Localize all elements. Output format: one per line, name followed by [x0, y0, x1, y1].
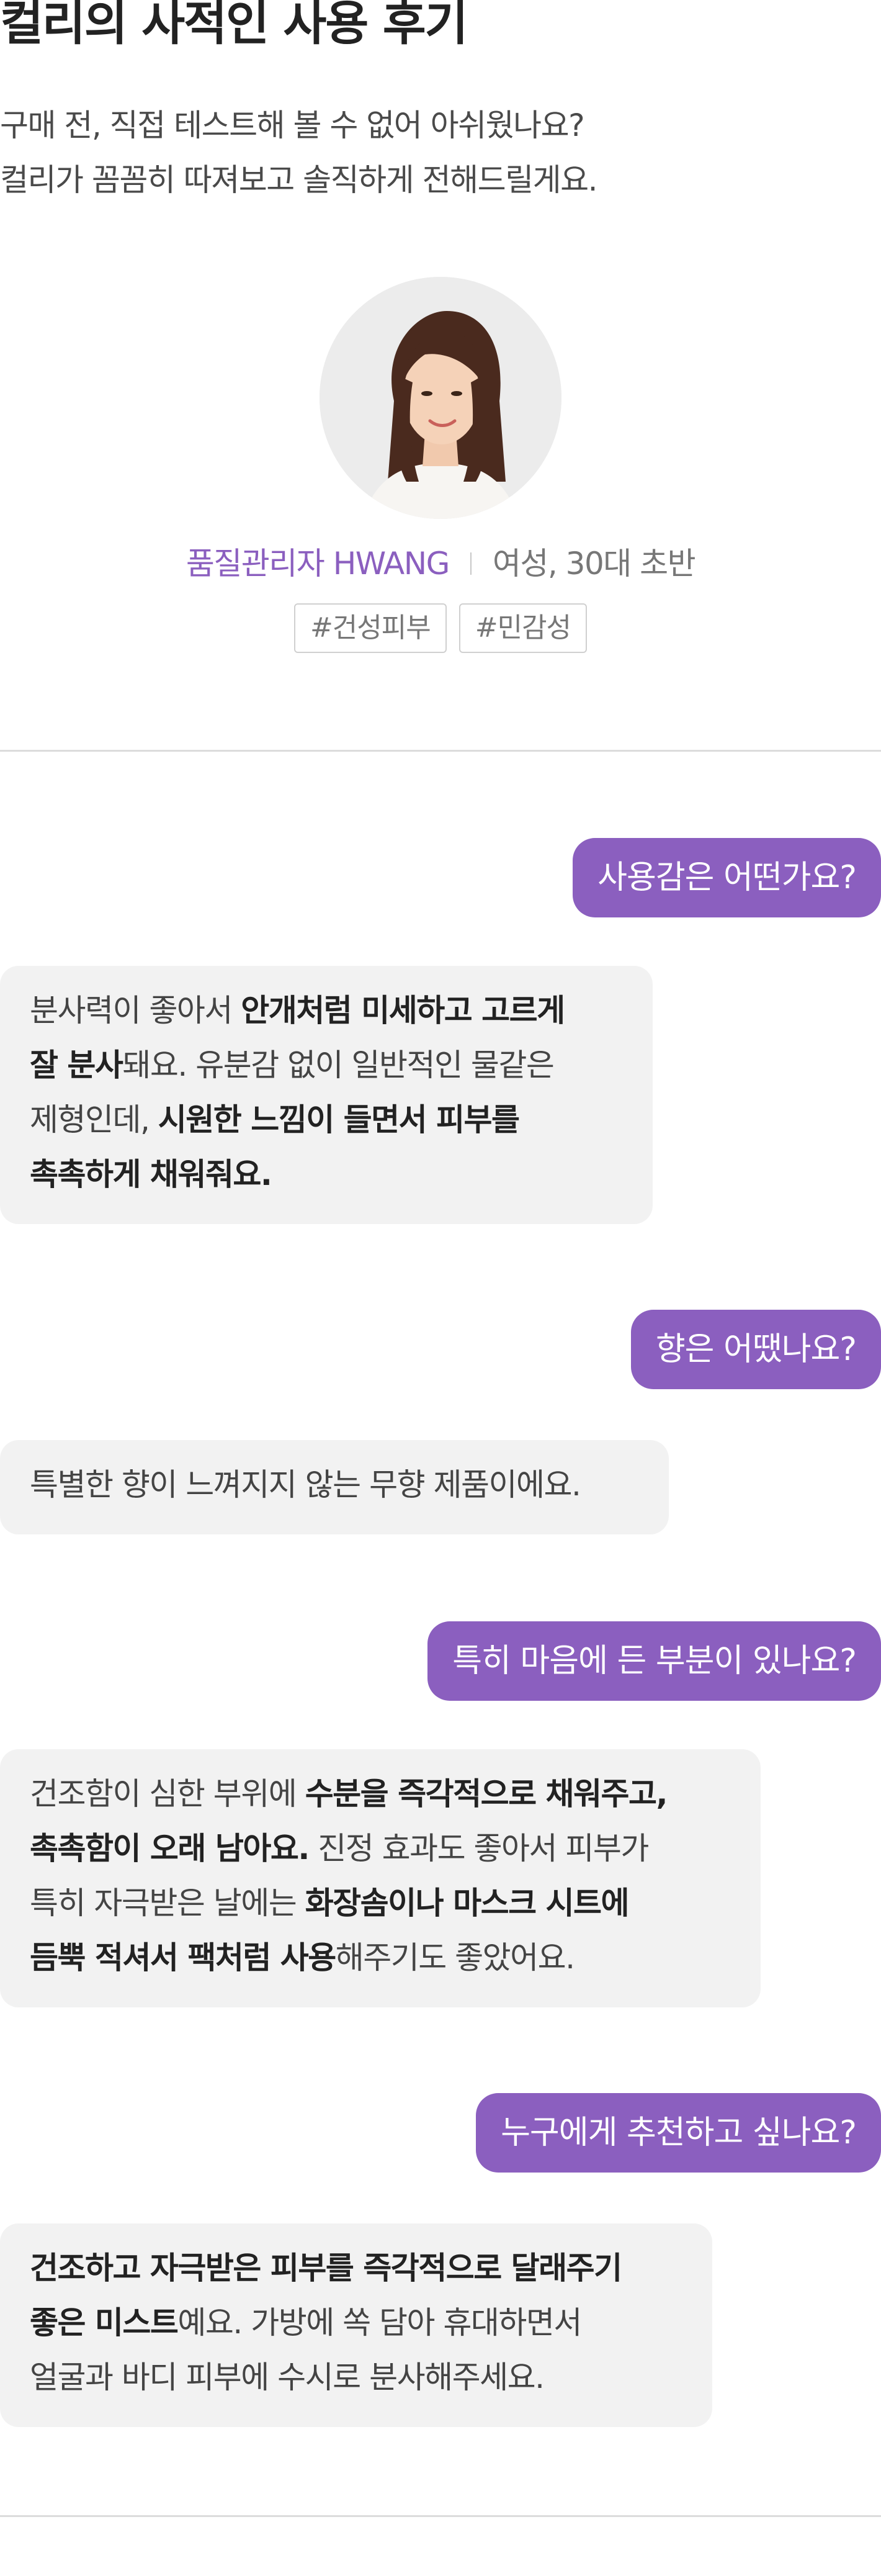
- answer-line: 얼굴과 바디 피부에 수시로 분사해주세요.: [30, 2350, 682, 2405]
- answer-text-bold: 안개처럼 미세하고 고르게: [241, 993, 565, 1029]
- answer-text: 돼요. 유분감 없이 일반적인 물같은: [122, 1047, 554, 1083]
- answer-line: 특별한 향이 느껴지지 않는 무향 제품이에요.: [30, 1457, 639, 1512]
- answer-text: 제형인데,: [30, 1102, 158, 1138]
- answer-text-bold: 시원한 느낌이 들면서 피부를: [158, 1102, 520, 1138]
- answer-line: 건조하고 자극받은 피부를 즉각적으로 달래주기: [30, 2241, 682, 2295]
- answer-text: 예요. 가방에 쏙 담아 휴대하면서: [177, 2305, 582, 2341]
- answer-text: 건조함이 심한 부위에: [30, 1776, 305, 1812]
- review-page: 컬리의 사적인 사용 후기 구매 전, 직접 테스트해 볼 수 없어 아쉬웠나요…: [0, 0, 881, 2576]
- question-bubble: 누구에게 추천하고 싶나요?: [476, 2093, 881, 2173]
- question-bubble: 사용감은 어떤가요?: [573, 838, 881, 917]
- meta-separator: [470, 552, 472, 575]
- section-divider-bottom: [0, 2515, 881, 2517]
- answer-text: 분사력이 좋아서: [30, 993, 241, 1029]
- reviewer-name: 품질관리자 HWANG: [186, 546, 450, 582]
- reviewer-profile: 품질관리자 HWANG 여성, 30대 초반 #건성피부 #민감성: [0, 277, 881, 653]
- section-divider-top: [0, 750, 881, 752]
- answer-text-bold: 잘 분사: [30, 1047, 123, 1083]
- answer-bubble: 특별한 향이 느껴지지 않는 무향 제품이에요.: [0, 1440, 669, 1534]
- answer-text-bold: 건조하고 자극받은 피부를 즉각적으로 달래주기: [30, 2250, 622, 2286]
- question-bubble: 특히 마음에 든 부분이 있나요?: [427, 1621, 881, 1701]
- answer-bubble: 건조함이 심한 부위에 수분을 즉각적으로 채워주고, 촉촉함이 오래 남아요. …: [0, 1749, 761, 2007]
- answer-line: 제형인데, 시원한 느낌이 들면서 피부를: [30, 1092, 623, 1147]
- answer-line: 잘 분사돼요. 유분감 없이 일반적인 물같은: [30, 1038, 623, 1092]
- answer-text: 진정 효과도 좋아서 피부가: [308, 1831, 649, 1867]
- answer-text-bold: 화장솜이나 마스크 시트에: [305, 1885, 630, 1921]
- answer-text-bold: 좋은 미스트: [30, 2305, 179, 2341]
- intro-line-1: 구매 전, 직접 테스트해 볼 수 없어 아쉬웠나요?: [0, 107, 585, 143]
- reviewer-avatar: [320, 277, 561, 519]
- answer-line: 듬뿍 적셔서 팩처럼 사용해주기도 좋았어요.: [30, 1930, 731, 1985]
- answer-line: 건조함이 심한 부위에 수분을 즉각적으로 채워주고,: [30, 1767, 731, 1821]
- intro-text: 구매 전, 직접 테스트해 볼 수 없어 아쉬웠나요? 컬리가 꼼꼼히 따져보고…: [0, 98, 881, 207]
- answer-line: 특히 자극받은 날에는 화장솜이나 마스크 시트에: [30, 1876, 731, 1930]
- answer-bubble: 분사력이 좋아서 안개처럼 미세하고 고르게 잘 분사돼요. 유분감 없이 일반적…: [0, 966, 653, 1224]
- reviewer-meta: 품질관리자 HWANG 여성, 30대 초반: [186, 545, 696, 582]
- tag-sensitive: #민감성: [458, 603, 588, 653]
- reviewer-portrait-icon: [320, 277, 561, 519]
- answer-line: 촉촉하게 채워줘요.: [30, 1147, 623, 1202]
- intro-line-2: 컬리가 꼼꼼히 따져보고 솔직하게 전해드릴게요.: [0, 162, 597, 198]
- answer-text: 얼굴과 바디 피부에 수시로 분사해주세요.: [30, 2359, 545, 2395]
- answer-bubble: 건조하고 자극받은 피부를 즉각적으로 달래주기좋은 미스트예요. 가방에 쏙 …: [0, 2223, 712, 2427]
- answer-text-bold: 수분을 즉각적으로 채워주고,: [305, 1776, 668, 1812]
- answer-line: 분사력이 좋아서 안개처럼 미세하고 고르게: [30, 983, 623, 1038]
- answer-line: 좋은 미스트예요. 가방에 쏙 담아 휴대하면서: [30, 2295, 682, 2350]
- reviewer-demographic: 여성, 30대 초반: [492, 546, 696, 582]
- question-bubble: 향은 어땠나요?: [630, 1310, 881, 1389]
- answer-text-bold: 촉촉하게 채워줘요.: [30, 1156, 272, 1192]
- answer-text: 특히 자극받은 날에는: [30, 1885, 305, 1921]
- answer-text-bold: 촉촉함이 오래 남아요.: [30, 1831, 310, 1867]
- answer-text: 특별한 향이 느껴지지 않는 무향 제품이에요.: [30, 1467, 581, 1503]
- skin-tags: #건성피부 #민감성: [293, 603, 588, 653]
- answer-text-bold: 듬뿍 적셔서 팩처럼 사용: [30, 1940, 336, 1976]
- page-title: 컬리의 사적인 사용 후기: [0, 0, 468, 51]
- tag-dry-skin: #건성피부: [293, 603, 447, 653]
- answer-text: 해주기도 좋았어요.: [335, 1940, 575, 1976]
- answer-line: 촉촉함이 오래 남아요. 진정 효과도 좋아서 피부가: [30, 1821, 731, 1876]
